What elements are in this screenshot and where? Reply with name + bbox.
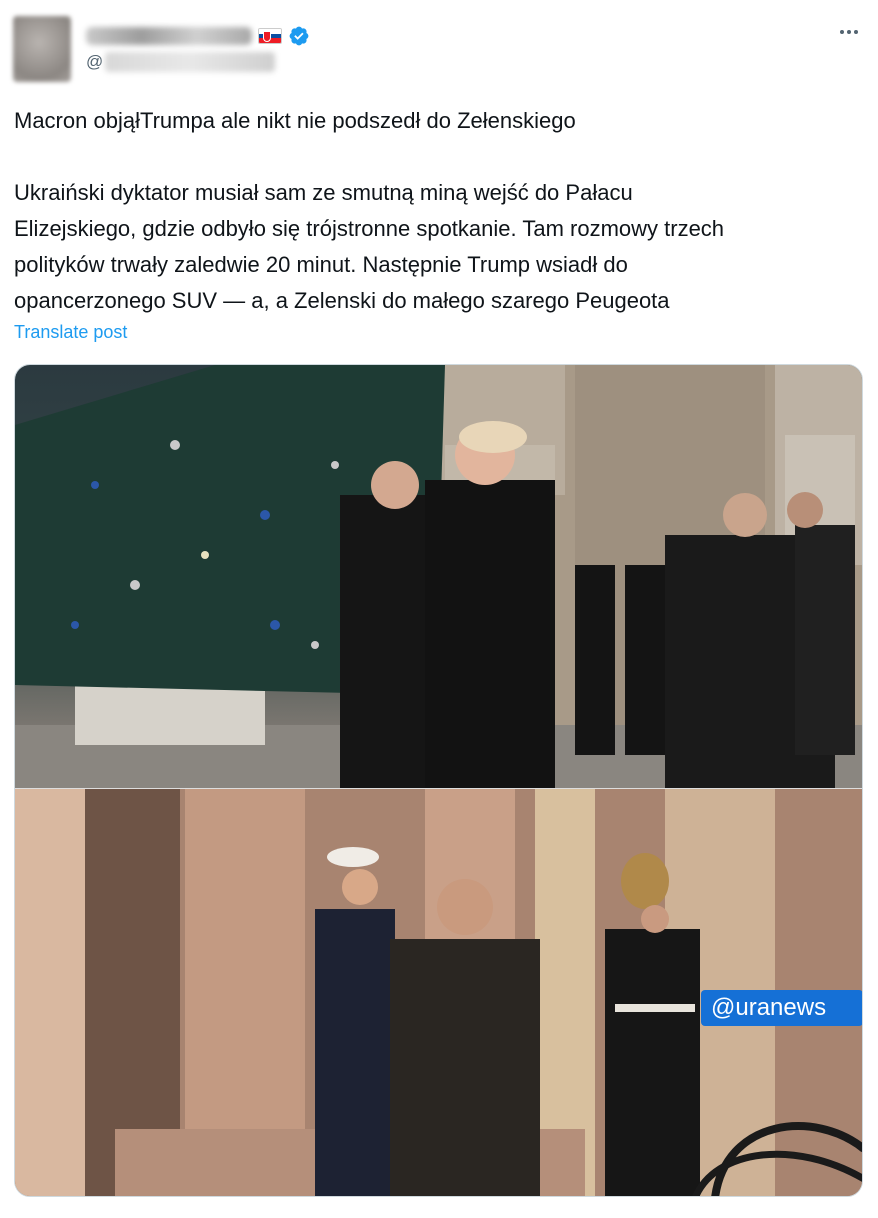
post-header: @: [0, 0, 878, 90]
translate-post-link[interactable]: Translate post: [14, 322, 127, 343]
post-body-line: Ukraiński dyktator musiał sam ze smutną …: [14, 180, 633, 205]
author-handle-row[interactable]: @: [86, 52, 276, 72]
handle-at-sign: @: [86, 52, 104, 71]
more-options-icon[interactable]: [834, 22, 864, 42]
post-body-line: opancerzonego SUV — a, a Zelenski do mał…: [14, 288, 670, 313]
photo-macron-trump-illustration: [15, 365, 862, 789]
uranews-watermark: @uranews: [701, 990, 862, 1026]
post-body-line: Elizejskiego, gdzie odbyło się trójstron…: [14, 216, 725, 241]
author-display-name-blurred[interactable]: [86, 27, 252, 45]
post-media[interactable]: @uranews: [14, 364, 863, 1197]
post-headline: Macron objąłTrumpa ale nikt nie podszedł…: [14, 108, 576, 133]
post-text: Macron objąłTrumpa ale nikt nie podszedł…: [14, 103, 864, 319]
post-body-line: polityków trwały zaledwie 20 minut. Nast…: [14, 252, 628, 277]
verified-badge-icon[interactable]: [288, 25, 310, 47]
slovakia-flag-icon: [258, 28, 282, 44]
avatar[interactable]: [13, 16, 71, 82]
photo-macron-trump[interactable]: [15, 365, 862, 789]
author-handle-blurred[interactable]: [105, 52, 276, 72]
author-name-row[interactable]: [86, 24, 310, 48]
